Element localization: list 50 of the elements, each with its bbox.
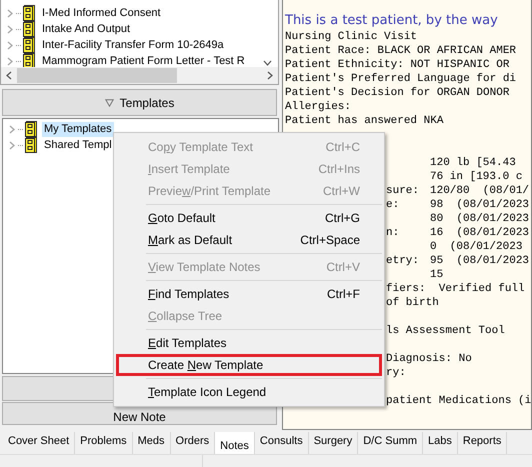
- note-line: 16 (08/01/2023: [430, 226, 530, 240]
- tab[interactable]: Notes: [215, 432, 255, 454]
- note-line: patient Medications (i: [386, 394, 531, 408]
- menu-item[interactable]: Find Templates Ctrl+F: [116, 283, 382, 305]
- file-cabinet-icon: [23, 53, 35, 69]
- note-line: ry:: [386, 366, 407, 380]
- menu-item[interactable]: Edit Templates: [116, 332, 382, 354]
- tree-item[interactable]: Mammogram Patient Form Letter - Test R: [40, 54, 247, 68]
- note-line: Patient's Preferred Language for di: [285, 72, 518, 86]
- tree-item[interactable]: My Templates: [42, 122, 114, 136]
- tree-item[interactable]: Intake And Output: [40, 22, 132, 36]
- menu-item[interactable]: Create New Template: [116, 354, 382, 376]
- note-line: Allergies:: [285, 100, 352, 114]
- file-cabinet-icon: [25, 137, 37, 153]
- scrollbar-thumb[interactable]: [17, 68, 177, 83]
- menu-item[interactable]: Template Icon Legend: [116, 381, 382, 403]
- templates-button[interactable]: Templates: [2, 89, 277, 116]
- tree-item[interactable]: Shared Templ: [42, 138, 114, 152]
- note-line: Diagnosis: No: [386, 352, 473, 366]
- note-line: 76 in [193.0 c: [430, 170, 524, 184]
- tree-item[interactable]: I-Med Informed Consent: [40, 6, 163, 20]
- note-heading: This is a test patient, by the way: [285, 12, 499, 29]
- menu-item[interactable]: Mark as Default Ctrl+Space: [116, 229, 382, 251]
- note-line: e:: [386, 199, 400, 211]
- horizontal-scrollbar[interactable]: [1, 67, 278, 84]
- note-line: 0 (08/01/2023: [430, 240, 524, 254]
- file-cabinet-icon: [23, 21, 35, 37]
- note-line: Nursing Clinic Visit: [285, 30, 418, 44]
- note-line: sure:: [386, 185, 420, 197]
- note-line: Patient Race: BLACK OR AFRICAN AMER: [285, 44, 518, 58]
- note-line: n:: [386, 227, 400, 239]
- note-line: fiers: Verified full: [386, 282, 526, 296]
- note-line: 95 (08/01/2023: [430, 254, 530, 268]
- file-cabinet-icon: [23, 5, 35, 21]
- file-cabinet-icon: [25, 121, 37, 137]
- note-line: ls Assessment Tool: [386, 324, 506, 338]
- note-line: etry:: [386, 255, 420, 267]
- note-line: 80 (08/01/2023: [430, 212, 530, 226]
- note-line: 120 lb [54.43: [430, 156, 517, 170]
- note-line: 15: [430, 268, 444, 282]
- note-line: Patient's Decision for ORGAN DONOR: [285, 86, 510, 100]
- file-cabinet-icon: [23, 37, 35, 53]
- note-line: Patient has answered NKA: [285, 114, 444, 128]
- tree-item[interactable]: Inter-Facility Transfer Form 10-2649a: [40, 38, 226, 52]
- note-line: 98 (08/01/2023: [430, 198, 530, 212]
- note-line: of birth: [386, 296, 440, 310]
- menu-item[interactable]: Goto Default Ctrl+G: [116, 207, 382, 229]
- note-line: Patient Ethnicity: NOT HISPANIC OR: [285, 58, 510, 72]
- note-line: 120/80 (08/01/: [430, 184, 530, 198]
- collapse-triangle-icon: [104, 98, 114, 106]
